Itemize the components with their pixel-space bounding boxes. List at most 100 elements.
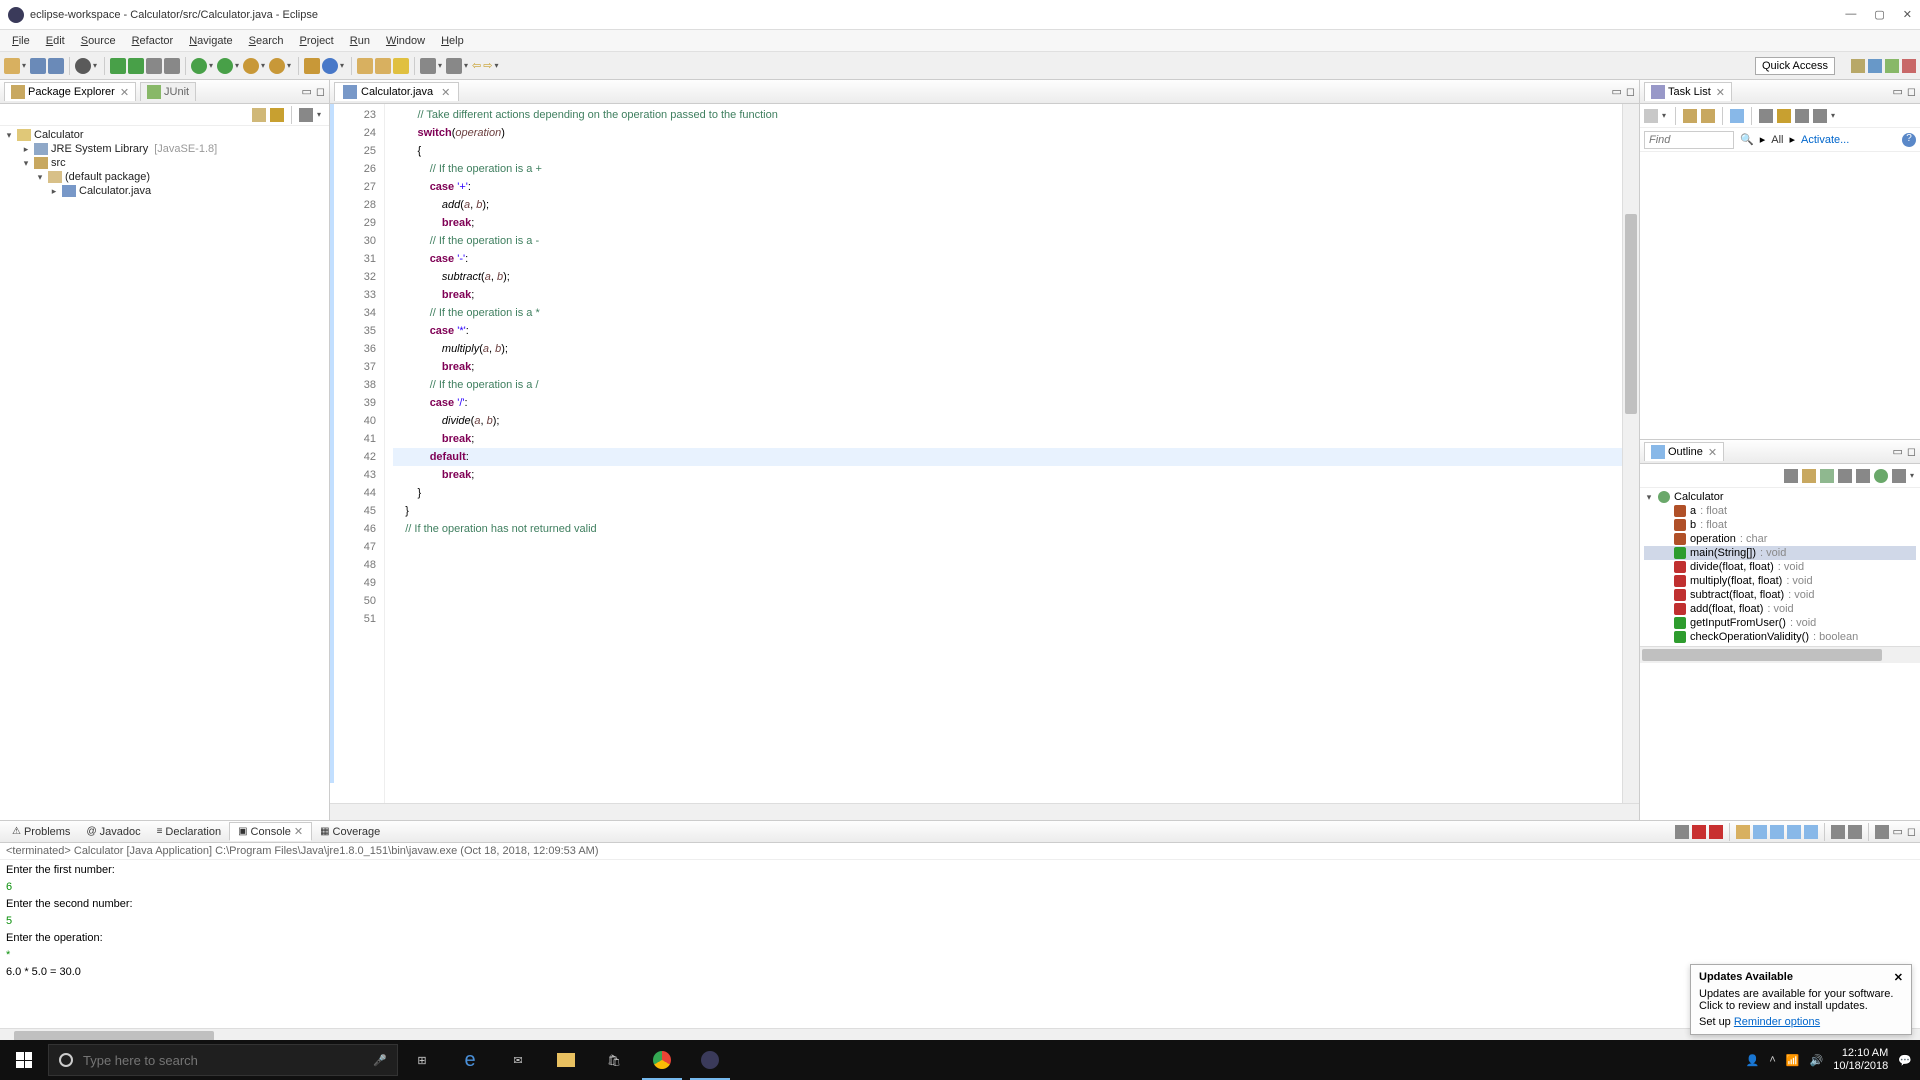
editor-tab-calculator[interactable]: Calculator.java ✕ xyxy=(334,82,459,101)
console-toolbar-icon[interactable] xyxy=(1831,825,1845,839)
outline-link-icon[interactable] xyxy=(1892,469,1906,483)
view-minimize-icon[interactable]: ▭ xyxy=(1892,85,1902,98)
new-class-icon[interactable] xyxy=(304,58,320,74)
view-menu-icon[interactable] xyxy=(299,108,313,122)
save-all-icon[interactable] xyxy=(48,58,64,74)
minimize-button[interactable]: — xyxy=(1845,8,1856,21)
bottom-tab-coverage[interactable]: ▦Coverage xyxy=(312,824,388,840)
run-run-icon[interactable] xyxy=(217,58,233,74)
tree-package[interactable]: ▾ (default package) xyxy=(4,170,325,184)
tasklist-tab[interactable]: Task List ✕ xyxy=(1644,82,1732,101)
task-link-icon[interactable] xyxy=(1777,109,1791,123)
outline-member[interactable]: subtract(float, float) : void xyxy=(1644,588,1916,602)
search-icon[interactable] xyxy=(393,58,409,74)
tab-close-icon[interactable]: ✕ xyxy=(441,86,450,99)
console-toolbar-icon[interactable] xyxy=(1787,825,1801,839)
bottom-tab-declaration[interactable]: ≡Declaration xyxy=(149,824,229,840)
menu-navigate[interactable]: Navigate xyxy=(181,33,240,49)
quick-access[interactable]: Quick Access xyxy=(1755,57,1835,75)
explorer-icon[interactable] xyxy=(542,1040,590,1080)
task-collapse-icon[interactable] xyxy=(1759,109,1773,123)
tree-jre[interactable]: ▸ JRE System Library [JavaSE-1.8] xyxy=(4,142,325,156)
task-cat-icon[interactable] xyxy=(1683,109,1697,123)
windows-search-input[interactable] xyxy=(83,1053,363,1068)
view-maximize-icon[interactable]: ◻ xyxy=(1907,445,1916,458)
tree-file[interactable]: ▸ Calculator.java xyxy=(4,184,325,198)
open-task-icon[interactable] xyxy=(375,58,391,74)
volume-icon[interactable]: 🔊 xyxy=(1810,1054,1824,1067)
perspective-icon[interactable] xyxy=(1851,59,1865,73)
windows-search[interactable]: 🎤 xyxy=(48,1044,398,1076)
task-all-link[interactable]: All xyxy=(1771,134,1783,146)
outline-member[interactable]: multiply(float, float) : void xyxy=(1644,574,1916,588)
coverage-icon[interactable] xyxy=(146,58,162,74)
tab-close-icon[interactable]: ✕ xyxy=(1716,86,1725,99)
junit-tab[interactable]: JUnit xyxy=(140,82,196,101)
tab-close-icon[interactable]: ✕ xyxy=(1708,446,1717,459)
code-editor[interactable]: 2324252627282930313233343536373839404142… xyxy=(330,104,1639,803)
tree-src[interactable]: ▾ src xyxy=(4,156,325,170)
updates-close-icon[interactable]: ✕ xyxy=(1894,971,1903,984)
view-maximize-icon[interactable]: ◻ xyxy=(1907,85,1916,98)
open-type-icon[interactable] xyxy=(357,58,373,74)
wifi-icon[interactable]: 📶 xyxy=(1786,1054,1800,1067)
java-perspective-icon[interactable] xyxy=(1868,59,1882,73)
clock[interactable]: 12:10 AM 10/18/2018 xyxy=(1833,1047,1888,1073)
view-maximize-icon[interactable]: ◻ xyxy=(316,85,325,98)
store-icon[interactable]: 🛍 xyxy=(590,1040,638,1080)
outline-member[interactable]: operation : char xyxy=(1644,532,1916,546)
outline-member[interactable]: add(float, float) : void xyxy=(1644,602,1916,616)
maximize-button[interactable]: ▢ xyxy=(1874,8,1884,21)
console-toolbar-icon[interactable] xyxy=(1875,825,1889,839)
edge-icon[interactable]: e xyxy=(446,1040,494,1080)
outline-hide-fields-icon[interactable] xyxy=(1838,469,1852,483)
help-icon[interactable]: ? xyxy=(1902,133,1916,147)
view-minimize-icon[interactable]: ▭ xyxy=(301,85,311,98)
console-toolbar-icon[interactable] xyxy=(1753,825,1767,839)
menu-edit[interactable]: Edit xyxy=(38,33,73,49)
console-toolbar-icon[interactable] xyxy=(1804,825,1818,839)
menu-project[interactable]: Project xyxy=(292,33,342,49)
new-package-icon[interactable] xyxy=(322,58,338,74)
view-minimize-icon[interactable]: ▭ xyxy=(1892,445,1902,458)
console-output[interactable]: Enter the first number:6Enter the second… xyxy=(0,860,1920,1028)
console-toolbar-icon[interactable] xyxy=(1709,825,1723,839)
task-activate-link[interactable]: Activate... xyxy=(1801,134,1849,146)
outline-class[interactable]: ▾Calculator xyxy=(1644,490,1916,504)
menu-source[interactable]: Source xyxy=(73,33,124,49)
nav2-icon[interactable] xyxy=(446,58,462,74)
package-explorer-tab[interactable]: Package Explorer ✕ xyxy=(4,82,136,101)
debug-icon[interactable] xyxy=(110,58,126,74)
tab-close-icon[interactable]: ✕ xyxy=(120,86,129,99)
eclipse-taskbar-icon[interactable] xyxy=(686,1040,734,1080)
close-button[interactable]: ✕ xyxy=(1903,8,1912,21)
bottom-tab-javadoc[interactable]: @Javadoc xyxy=(78,824,148,840)
collapse-all-icon[interactable] xyxy=(252,108,266,122)
mail-icon[interactable]: ✉ xyxy=(494,1040,542,1080)
task-sync-icon[interactable] xyxy=(1730,109,1744,123)
tree-project[interactable]: ▾ Calculator xyxy=(4,128,325,142)
debug-perspective-icon[interactable] xyxy=(1885,59,1899,73)
console-toolbar-icon[interactable] xyxy=(1736,825,1750,839)
reminder-options-link[interactable]: Reminder options xyxy=(1734,1016,1820,1028)
ext-tools-icon[interactable] xyxy=(164,58,180,74)
link-editor-icon[interactable] xyxy=(270,108,284,122)
outline-tab[interactable]: Outline ✕ xyxy=(1644,442,1724,461)
task-filter-icon[interactable] xyxy=(1795,109,1809,123)
console-toolbar-icon[interactable] xyxy=(1770,825,1784,839)
outline-member[interactable]: checkOperationValidity() : boolean xyxy=(1644,630,1916,644)
task-new-icon[interactable] xyxy=(1644,109,1658,123)
save-icon[interactable] xyxy=(30,58,46,74)
outline-member[interactable]: b : float xyxy=(1644,518,1916,532)
editor-horizontal-scrollbar[interactable] xyxy=(330,803,1639,820)
notifications-icon[interactable]: 💬 xyxy=(1898,1054,1912,1067)
run-last-icon[interactable] xyxy=(243,58,259,74)
menu-file[interactable]: File xyxy=(4,33,38,49)
build-icon[interactable] xyxy=(75,58,91,74)
editor-maximize-icon[interactable]: ◻ xyxy=(1626,85,1635,98)
menu-window[interactable]: Window xyxy=(378,33,433,49)
outline-member[interactable]: a : float xyxy=(1644,504,1916,518)
menu-help[interactable]: Help xyxy=(433,33,472,49)
console-toolbar-icon[interactable] xyxy=(1692,825,1706,839)
nav-icon[interactable] xyxy=(420,58,436,74)
